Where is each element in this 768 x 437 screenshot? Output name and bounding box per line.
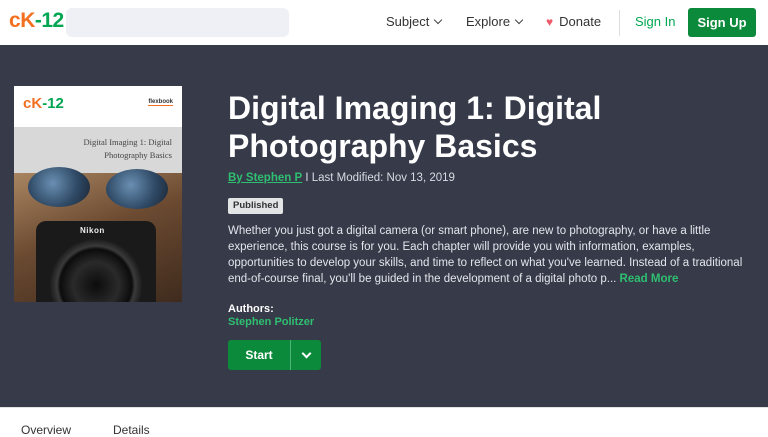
course-description: Whether you just got a digital camera (o…	[228, 223, 752, 287]
logo-c: c	[9, 9, 21, 32]
cover-title-band: Digital Imaging 1: Digital Photography B…	[14, 127, 182, 173]
explore-label: Explore	[466, 14, 511, 29]
chevron-down-icon	[514, 15, 524, 25]
cover-title-line2: Photography Basics	[104, 150, 172, 160]
author-link[interactable]: By Stephen P	[228, 172, 302, 184]
byline: By Stephen P I Last Modified: Nov 13, 20…	[228, 172, 455, 184]
authors-label: Authors:	[228, 303, 274, 315]
read-more-link[interactable]: Read More	[620, 273, 679, 285]
author-name-link[interactable]: Stephen Politzer	[228, 316, 314, 328]
sunglass-lens-right	[106, 169, 168, 209]
cover-photo: Nikon	[14, 167, 182, 302]
tab-overview[interactable]: Overview	[21, 423, 71, 437]
content-tabs: Overview Details	[0, 407, 768, 437]
last-modified: I Last Modified: Nov 13, 2019	[302, 172, 455, 184]
sign-in-link[interactable]: Sign In	[635, 14, 675, 29]
sign-up-button[interactable]: Sign Up	[688, 8, 756, 37]
nav-divider	[619, 10, 620, 36]
cover-title: Digital Imaging 1: Digital Photography B…	[52, 136, 172, 162]
explore-menu[interactable]: Explore	[466, 14, 524, 29]
chevron-down-icon	[434, 15, 443, 25]
cover-logo-k: K	[31, 95, 43, 112]
course-title: Digital Imaging 1: Digital Photography B…	[228, 90, 602, 164]
sunglass-lens-left	[28, 167, 90, 207]
camera-brand: Nikon	[80, 226, 105, 235]
ck12-logo[interactable]: cK-12	[9, 9, 64, 33]
donate-link[interactable]: ♥ Donate	[546, 14, 601, 29]
start-button-group: Start	[228, 340, 321, 370]
search-input[interactable]	[66, 8, 289, 37]
start-dropdown-button[interactable]	[291, 340, 321, 370]
top-nav: cK-12 Subject Explore ♥ Donate Sign In S…	[0, 0, 768, 45]
tab-details[interactable]: Details	[113, 423, 150, 437]
status-badge: Published	[228, 198, 284, 214]
start-button[interactable]: Start	[228, 340, 290, 370]
chevron-down-icon	[301, 348, 311, 359]
course-hero: cK-12 flexbook Digital Imaging 1: Digita…	[0, 45, 768, 407]
heart-icon: ♥	[546, 14, 554, 29]
book-cover: cK-12 flexbook Digital Imaging 1: Digita…	[14, 86, 182, 302]
flexbook-logo: flexbook	[148, 99, 173, 106]
cover-logo: cK-12	[23, 95, 64, 112]
donate-label: Donate	[559, 14, 602, 29]
subject-menu[interactable]: Subject	[386, 14, 443, 29]
logo-num: 12	[41, 9, 64, 32]
logo-k: K	[20, 9, 35, 32]
cover-title-line1: Digital Imaging 1: Digital	[83, 137, 172, 147]
cover-logo-num: 12	[47, 95, 64, 112]
subject-label: Subject	[386, 14, 430, 29]
